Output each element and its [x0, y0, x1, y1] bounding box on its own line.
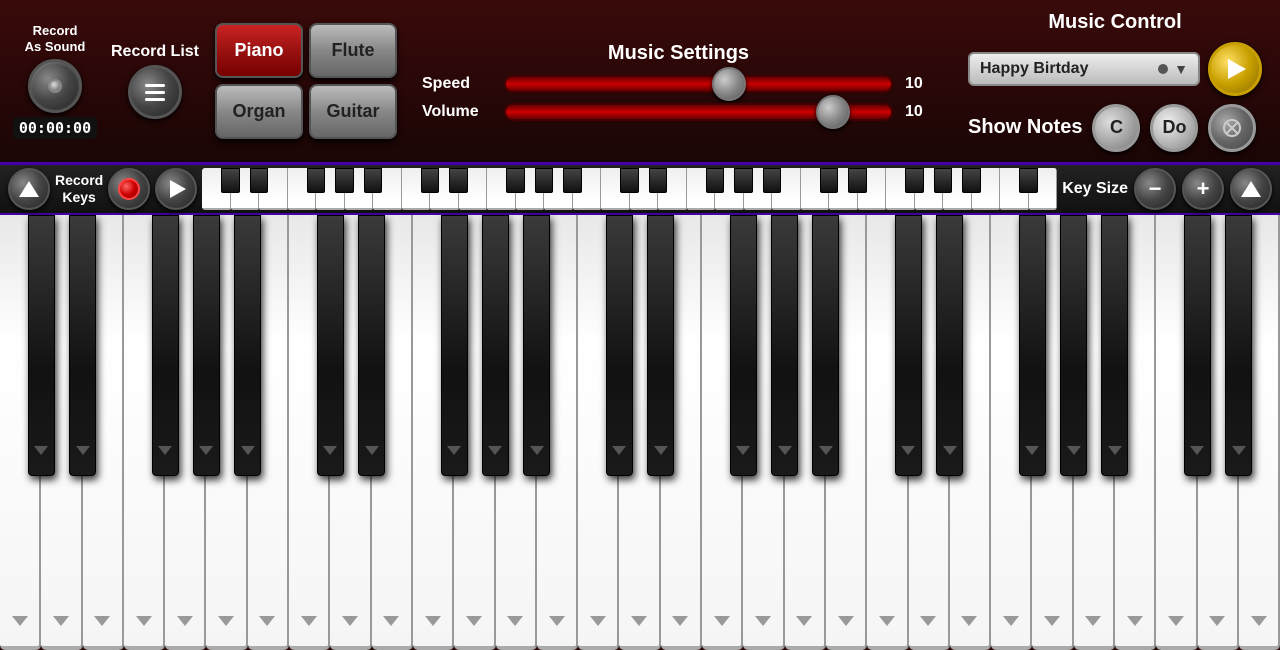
play-keys-icon: [170, 180, 186, 198]
song-select[interactable]: Happy Birtday ▼: [968, 52, 1200, 86]
note-do-button[interactable]: Do: [1150, 104, 1198, 152]
record-as-sound-label: RecordAs Sound: [25, 23, 86, 54]
music-control-section: Music Control Happy Birtday ▼ Show Notes…: [960, 3, 1270, 160]
key-size-section: Key Size − +: [1062, 168, 1272, 210]
black-key[interactable]: [441, 215, 468, 476]
flute-button[interactable]: Flute: [309, 23, 397, 78]
keys-bar: RecordKeys Key Size − +: [0, 165, 1280, 215]
music-settings-title: Music Settings: [608, 42, 749, 65]
song-dot: [1158, 64, 1168, 74]
key-size-up-icon: [1241, 181, 1261, 197]
volume-row: Volume 10: [422, 103, 935, 121]
note-c-button[interactable]: C: [1092, 104, 1140, 152]
record-keys-button[interactable]: [108, 168, 150, 210]
up-arrow-icon: [19, 181, 39, 197]
song-dropdown-arrow: ▼: [1174, 61, 1188, 77]
black-key[interactable]: [523, 215, 550, 476]
black-key[interactable]: [647, 215, 674, 476]
black-key[interactable]: [730, 215, 757, 476]
black-key[interactable]: [895, 215, 922, 476]
volume-value: 10: [905, 103, 935, 121]
mini-white-keys: [202, 168, 1057, 210]
instrument-buttons: Piano Flute Organ Guitar: [215, 23, 397, 139]
organ-button[interactable]: Organ: [215, 84, 303, 139]
show-notes-label: Show Notes: [968, 116, 1082, 139]
key-size-label: Key Size: [1062, 180, 1128, 198]
black-key[interactable]: [1060, 215, 1087, 476]
record-circle-icon: [118, 178, 140, 200]
play-button[interactable]: [1208, 42, 1262, 96]
record-list-section: Record List: [110, 43, 200, 119]
piano-wrapper: [0, 215, 1280, 650]
black-key[interactable]: [812, 215, 839, 476]
special-icon: [1220, 116, 1244, 140]
mini-piano-strip: [202, 168, 1057, 210]
key-size-up-button[interactable]: [1230, 168, 1272, 210]
black-key[interactable]: [69, 215, 96, 476]
speed-slider-track[interactable]: [504, 75, 893, 93]
black-key[interactable]: [482, 215, 509, 476]
list-icon: [145, 84, 165, 101]
guitar-button[interactable]: Guitar: [309, 84, 397, 139]
top-bar: RecordAs Sound 00:00:00 Record List Pian…: [0, 0, 1280, 165]
black-key[interactable]: [28, 215, 55, 476]
music-control-title: Music Control: [968, 11, 1262, 34]
song-row: Happy Birtday ▼: [968, 42, 1262, 96]
music-settings-section: Music Settings Speed 10 Volume 10: [407, 34, 950, 129]
speed-slider-thumb[interactable]: [712, 67, 746, 101]
speed-value: 10: [905, 75, 935, 93]
show-notes-row: Show Notes C Do: [968, 104, 1262, 152]
play-icon: [1228, 59, 1246, 79]
black-key[interactable]: [606, 215, 633, 476]
record-as-sound-button[interactable]: [28, 59, 82, 113]
black-key[interactable]: [358, 215, 385, 476]
piano-button[interactable]: Piano: [215, 23, 303, 78]
key-size-increase-button[interactable]: +: [1182, 168, 1224, 210]
record-knob-dot: [48, 79, 62, 93]
black-key[interactable]: [936, 215, 963, 476]
timer-display: 00:00:00: [13, 117, 97, 139]
black-key[interactable]: [317, 215, 344, 476]
speed-row: Speed 10: [422, 75, 935, 93]
black-key[interactable]: [1184, 215, 1211, 476]
keys-up-button[interactable]: [8, 168, 50, 210]
key-size-decrease-button[interactable]: −: [1134, 168, 1176, 210]
song-name: Happy Birtday: [980, 60, 1088, 78]
black-key[interactable]: [152, 215, 179, 476]
record-list-label: Record List: [111, 43, 199, 61]
speed-label: Speed: [422, 75, 492, 93]
note-special-button[interactable]: [1208, 104, 1256, 152]
piano-white-keys: [0, 215, 1280, 650]
black-key[interactable]: [234, 215, 261, 476]
black-key[interactable]: [1019, 215, 1046, 476]
volume-slider-track[interactable]: [504, 103, 893, 121]
play-keys-button[interactable]: [155, 168, 197, 210]
record-as-sound-section: RecordAs Sound 00:00:00: [10, 23, 100, 138]
record-keys-label: RecordKeys: [55, 172, 103, 206]
black-key[interactable]: [1101, 215, 1128, 476]
black-key[interactable]: [771, 215, 798, 476]
record-list-button[interactable]: [128, 65, 182, 119]
volume-slider-thumb[interactable]: [816, 95, 850, 129]
black-key[interactable]: [193, 215, 220, 476]
black-key[interactable]: [1225, 215, 1252, 476]
volume-label: Volume: [422, 103, 492, 121]
